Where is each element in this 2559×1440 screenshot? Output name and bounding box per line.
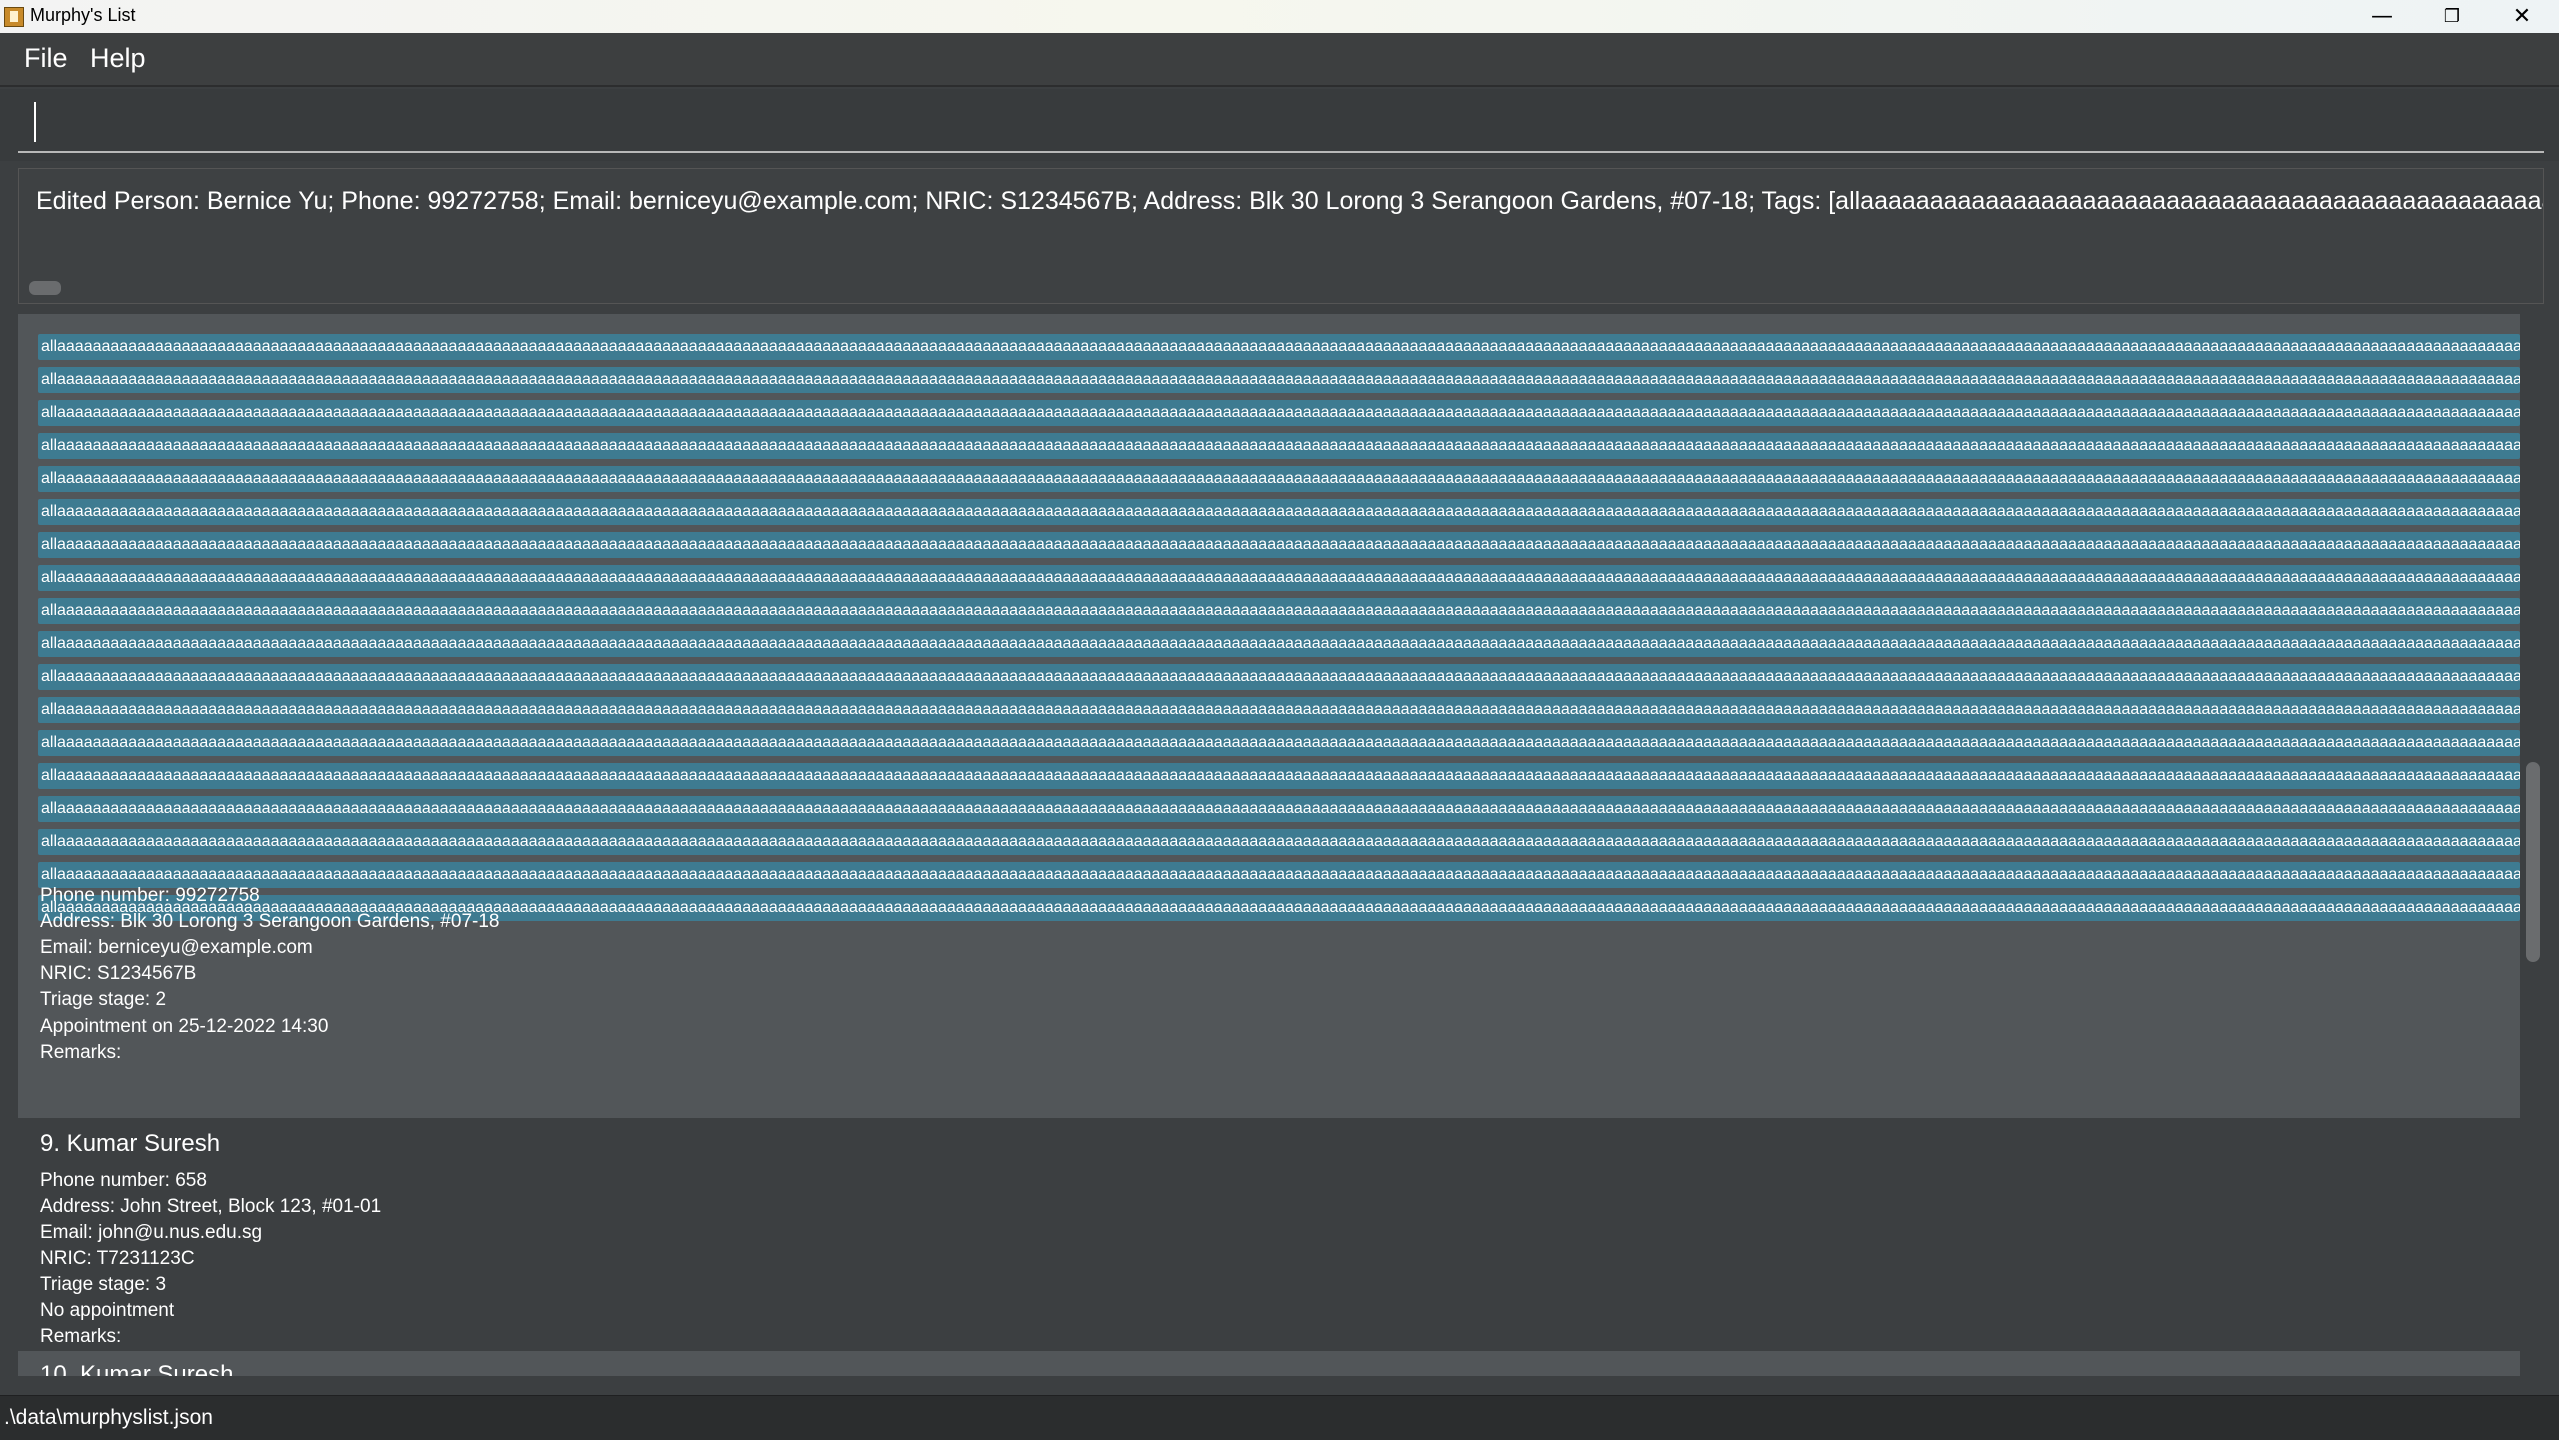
person-phone: Phone number: 658: [40, 1170, 207, 1191]
person-email: Email: berniceyu@example.com: [40, 937, 313, 958]
person-triage: Triage stage: 2: [40, 989, 167, 1010]
person-remarks: Remarks:: [40, 1326, 122, 1347]
tag-chip: allaaaaaaaaaaaaaaaaaaaaaaaaaaaaaaaaaaaaa…: [38, 664, 2520, 690]
person-phone: Phone number: 99272758: [40, 885, 260, 906]
close-icon[interactable]: ✕: [2488, 0, 2556, 33]
person-address: Address: John Street, Block 123, #01-01: [40, 1196, 382, 1217]
minimize-icon[interactable]: —: [2348, 0, 2416, 33]
tag-chip: allaaaaaaaaaaaaaaaaaaaaaaaaaaaaaaaaaaaaa…: [38, 466, 2520, 492]
list-scrollbar-thumb[interactable]: [2526, 762, 2540, 962]
tag-chip: allaaaaaaaaaaaaaaaaaaaaaaaaaaaaaaaaaaaaa…: [38, 400, 2520, 426]
result-display: Edited Person: Bernice Yu; Phone: 992727…: [18, 168, 2544, 304]
command-input[interactable]: [18, 95, 2544, 153]
person-nric: NRIC: S1234567B: [40, 963, 197, 984]
person-address: Address: Blk 30 Lorong 3 Serangoon Garde…: [40, 911, 500, 932]
app-icon: [4, 7, 24, 27]
command-box: [0, 89, 2559, 161]
tag-chip: allaaaaaaaaaaaaaaaaaaaaaaaaaaaaaaaaaaaaa…: [38, 499, 2520, 525]
tag-chip: allaaaaaaaaaaaaaaaaaaaaaaaaaaaaaaaaaaaaa…: [38, 565, 2520, 591]
person-nric: NRIC: T7231123C: [40, 1248, 195, 1269]
tag-chip: allaaaaaaaaaaaaaaaaaaaaaaaaaaaaaaaaaaaaa…: [38, 598, 2520, 624]
tag-chip: allaaaaaaaaaaaaaaaaaaaaaaaaaaaaaaaaaaaaa…: [38, 730, 2520, 756]
tag-chip: allaaaaaaaaaaaaaaaaaaaaaaaaaaaaaaaaaaaaa…: [38, 697, 2520, 723]
title-bar: Murphy's List — ❐ ✕: [0, 0, 2559, 33]
tag-chip: allaaaaaaaaaaaaaaaaaaaaaaaaaaaaaaaaaaaaa…: [38, 829, 2520, 855]
menu-file[interactable]: File: [24, 43, 68, 74]
tag-chip: allaaaaaaaaaaaaaaaaaaaaaaaaaaaaaaaaaaaaa…: [38, 433, 2520, 459]
tag-chip: allaaaaaaaaaaaaaaaaaaaaaaaaaaaaaaaaaaaaa…: [38, 763, 2520, 789]
person-card-selected[interactable]: allaaaaaaaaaaaaaaaaaaaaaaaaaaaaaaaaaaaaa…: [18, 314, 2520, 1118]
tag-chip: allaaaaaaaaaaaaaaaaaaaaaaaaaaaaaaaaaaaaa…: [38, 862, 2520, 888]
person-email: Email: john@u.nus.edu.sg: [40, 1222, 263, 1243]
person-triage: Triage stage: 3: [40, 1274, 167, 1295]
menu-help[interactable]: Help: [90, 43, 146, 74]
person-appointment: Appointment on 25-12-2022 14:30: [40, 1016, 329, 1037]
menu-bar: File Help: [0, 33, 2559, 87]
tag-chip: allaaaaaaaaaaaaaaaaaaaaaaaaaaaaaaaaaaaaa…: [38, 367, 2520, 393]
tag-list: allaaaaaaaaaaaaaaaaaaaaaaaaaaaaaaaaaaaaa…: [38, 334, 2520, 928]
tag-chip: allaaaaaaaaaaaaaaaaaaaaaaaaaaaaaaaaaaaaa…: [38, 532, 2520, 558]
status-bar: .\data\murphyslist.json: [0, 1395, 2559, 1440]
person-card[interactable]: 10. Kumar Suresh: [18, 1351, 2520, 1376]
tag-chip: allaaaaaaaaaaaaaaaaaaaaaaaaaaaaaaaaaaaaa…: [38, 334, 2520, 360]
tag-chip: allaaaaaaaaaaaaaaaaaaaaaaaaaaaaaaaaaaaaa…: [38, 631, 2520, 657]
person-appointment: No appointment: [40, 1300, 175, 1321]
person-name: 9. Kumar Suresh: [40, 1130, 221, 1157]
person-list: allaaaaaaaaaaaaaaaaaaaaaaaaaaaaaaaaaaaaa…: [0, 314, 2559, 1376]
maximize-icon[interactable]: ❐: [2418, 0, 2486, 33]
result-message: Edited Person: Bernice Yu; Phone: 992727…: [36, 187, 2543, 215]
person-card[interactable]: 9. Kumar Suresh Phone number: 658 Addres…: [18, 1118, 2520, 1351]
person-name: 10. Kumar Suresh: [40, 1361, 234, 1376]
person-remarks: Remarks:: [40, 1042, 122, 1063]
text-caret: [34, 102, 36, 142]
result-horizontal-scrollbar[interactable]: [29, 281, 61, 295]
tag-chip: allaaaaaaaaaaaaaaaaaaaaaaaaaaaaaaaaaaaaa…: [38, 796, 2520, 822]
window-title: Murphy's List: [30, 5, 136, 25]
save-file-path: .\data\murphyslist.json: [4, 1406, 213, 1429]
